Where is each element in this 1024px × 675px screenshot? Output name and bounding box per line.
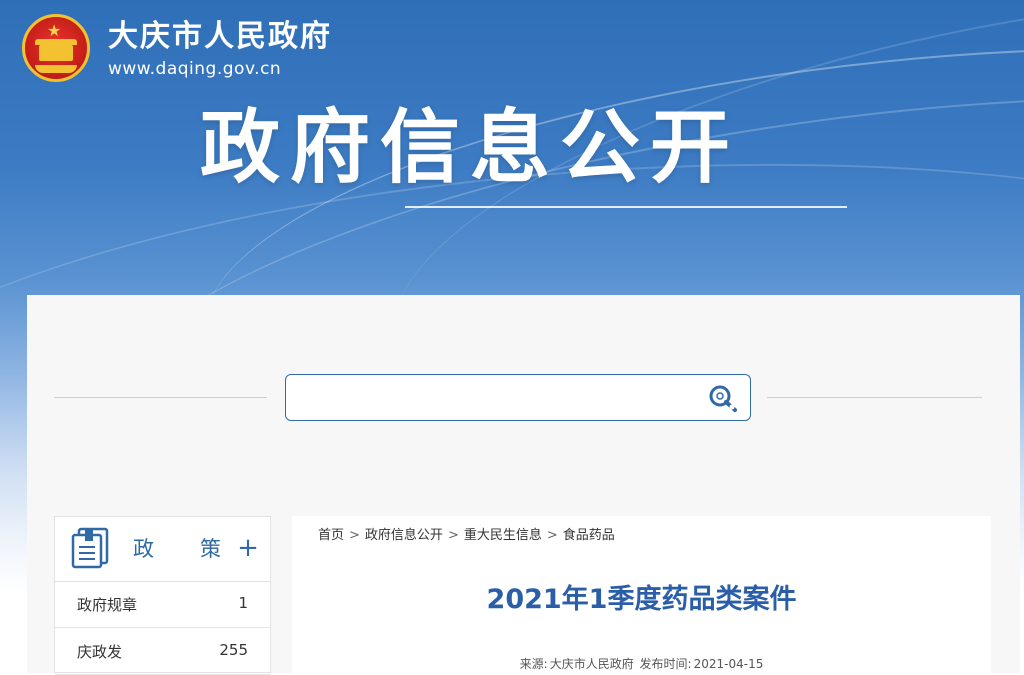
sidebar-item-qingzhengfa[interactable]: 庆政发 255 xyxy=(55,628,270,675)
sidebar-item-count: 1 xyxy=(238,594,248,612)
site-url[interactable]: www.daqing.gov.cn xyxy=(108,58,281,80)
sidebar-item-label: 庆政发 xyxy=(77,643,123,661)
breadcrumb-separator: > xyxy=(447,528,459,543)
source-value: 大庆市人民政府 xyxy=(549,657,634,671)
page-heading: 政府信息公开 xyxy=(200,101,740,194)
sidebar-item-zhengfu-guizhang[interactable]: 政府规章 1 xyxy=(55,581,270,628)
category-header[interactable]: 政 策 + xyxy=(55,517,270,582)
article-meta: 来源: 大庆市人民政府 发布时间: 2021-04-15 xyxy=(292,656,991,672)
category-title-char: 政 xyxy=(133,537,156,561)
breadcrumb-link-info-public[interactable]: 政府信息公开 xyxy=(365,528,443,543)
search-input[interactable] xyxy=(296,383,700,415)
breadcrumb-link-food-drug[interactable]: 食品药品 xyxy=(563,528,615,543)
search-divider-right xyxy=(767,397,982,398)
site-name[interactable]: 大庆市人民政府 xyxy=(108,18,332,56)
sidebar-item-count: 255 xyxy=(219,641,248,659)
search-box xyxy=(285,374,751,421)
breadcrumb: 首页 > 政府信息公开 > 重大民生信息 > 食品药品 xyxy=(318,527,615,545)
breadcrumb-link-livelihood[interactable]: 重大民生信息 xyxy=(464,528,542,543)
category-title: 政 策 xyxy=(133,535,223,563)
date-label: 发布时间: xyxy=(639,657,692,671)
category-title-char: 策 xyxy=(200,537,223,561)
article-content: 首页 > 政府信息公开 > 重大民生信息 > 食品药品 2021年1季度药品类案件 来源: 大… xyxy=(292,516,991,673)
national-emblem-icon[interactable]: ★ xyxy=(22,14,90,82)
expand-plus-icon[interactable]: + xyxy=(235,533,261,563)
sidebar-item-label: 政府规章 xyxy=(77,596,138,614)
breadcrumb-link-home[interactable]: 首页 xyxy=(318,528,344,543)
search-divider-left xyxy=(54,397,267,398)
breadcrumb-separator: > xyxy=(546,528,558,543)
search-icon[interactable] xyxy=(707,383,741,413)
article-title: 2021年1季度药品类案件 xyxy=(486,584,797,615)
heading-underline xyxy=(405,206,847,208)
breadcrumb-separator: > xyxy=(349,528,360,543)
date-value: 2021-04-15 xyxy=(693,657,764,671)
category-sidebar: 政 策 + 政府规章 1 庆政发 255 xyxy=(54,516,271,675)
document-icon xyxy=(71,527,109,569)
source-label: 来源: xyxy=(519,657,548,671)
